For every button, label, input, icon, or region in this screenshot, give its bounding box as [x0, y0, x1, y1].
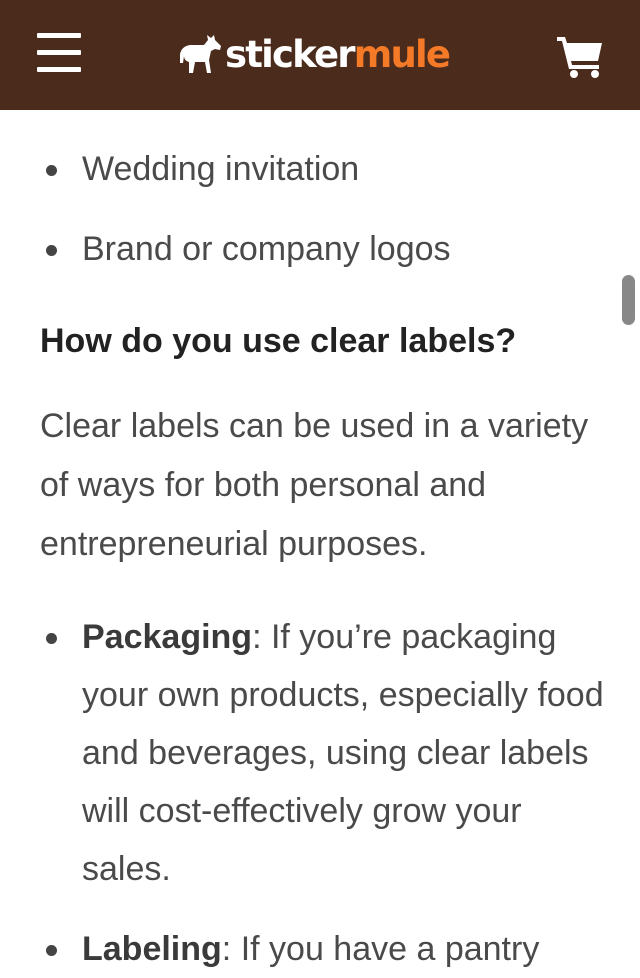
logo-wordmark: stickermule — [225, 32, 451, 76]
bullet-icon — [46, 945, 57, 956]
scrollbar-thumb[interactable] — [622, 275, 635, 325]
logo-text-mule: mule — [353, 32, 451, 76]
section-heading: How do you use clear labels? — [40, 322, 517, 360]
list-item-text: Wedding invitation — [82, 150, 360, 188]
list-item-text: : If you have a pantry — [221, 930, 540, 968]
bullet-icon — [46, 633, 57, 644]
list-item-term: Labeling — [82, 930, 222, 968]
bullet-icon — [46, 245, 57, 256]
top-header: stickermule — [0, 0, 640, 110]
list-item: Labeling: If you have a pantry — [46, 920, 612, 978]
intro-paragraph: Clear labels can be used in a variety of… — [40, 407, 589, 563]
mule-icon — [180, 35, 221, 73]
list-item: Brand or company logos — [46, 230, 451, 268]
hamburger-menu-icon[interactable] — [37, 33, 81, 73]
list-item-term: Packaging — [82, 618, 253, 656]
stickermule-logo[interactable]: stickermule — [178, 30, 451, 78]
list-item: Wedding invitation — [46, 150, 360, 188]
bullet-icon — [46, 165, 57, 176]
list-item-text: : If you’re packaging your own products,… — [82, 618, 604, 888]
list-item-text: Brand or company logos — [82, 230, 451, 268]
shopping-cart-icon[interactable] — [556, 34, 604, 78]
list-item: Packaging: If you’re packaging your own … — [46, 608, 612, 898]
logo-text-sticker: sticker — [225, 32, 355, 76]
